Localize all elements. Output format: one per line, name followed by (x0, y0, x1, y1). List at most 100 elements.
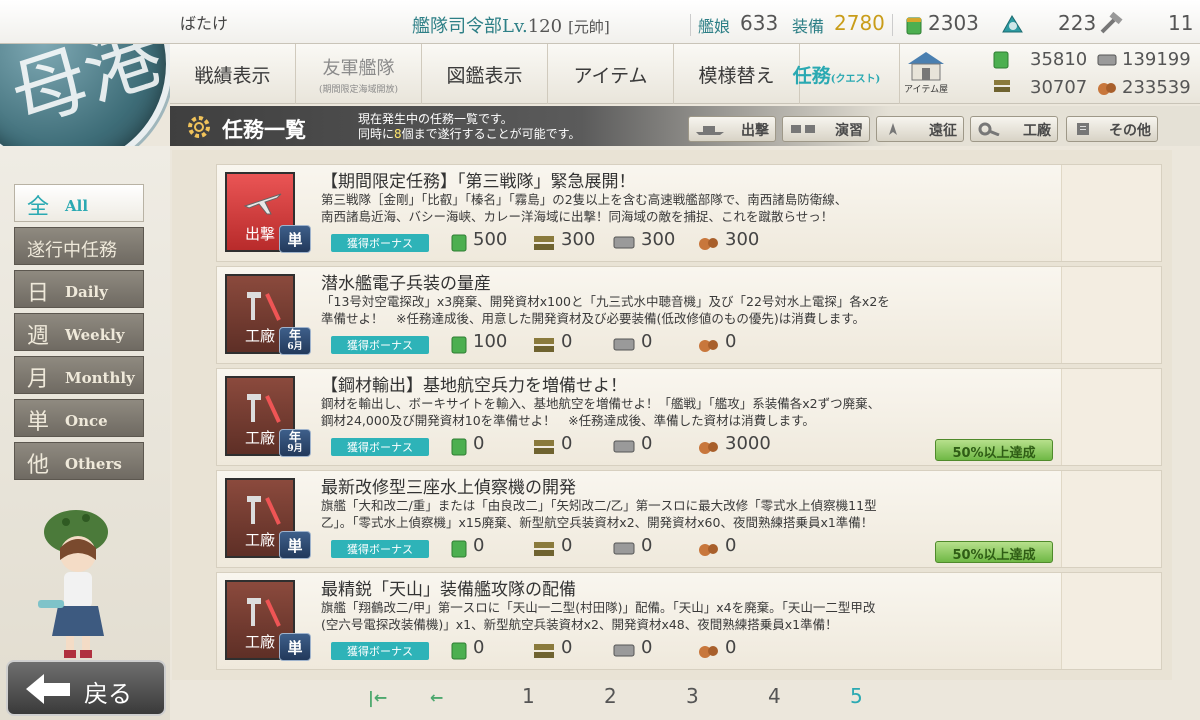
filter-daily[interactable]: 日 Daily (14, 270, 144, 308)
quest-desc-line: 鋼材を輸出し、ボーキサイトを輸入、基地航空を増備せよ！「艦戦」「艦攻」系装備各x… (321, 396, 881, 411)
quest-desc-line: 乙」。「零式水上偵察機」x15廃棄、新型航空兵装資材x2、開発資材x60、夜間熟… (321, 515, 874, 530)
ships-count: 633 (740, 11, 779, 35)
fuel-icon (451, 234, 467, 256)
reward-ammo: 0 (561, 535, 573, 556)
desc-line-2: 同時に8個まで遂行することが可能です。 (358, 127, 580, 142)
tab-expedition[interactable]: 遠征 (876, 116, 964, 142)
ammo-icon (533, 234, 557, 256)
quest-item[interactable]: 工廠 年 6月 潜水艦電子兵装の量産 「13号対空電探改」x3廃棄、開発資材x10… (216, 266, 1162, 364)
tab-arsenal[interactable]: 工廠 (970, 116, 1058, 142)
tab-exercise[interactable]: 演習 (782, 116, 870, 142)
bauxite-icon (697, 642, 721, 664)
quest-status-area (1061, 573, 1161, 669)
filter-others-kanji: 他 (27, 453, 50, 478)
gear-icon (186, 114, 212, 144)
page-3[interactable]: 3 (686, 684, 699, 708)
quest-title: 最精鋭「天山」装備艦攻隊の配備 (321, 580, 576, 600)
bauxite-icon (697, 234, 721, 256)
filter-once[interactable]: 単 Once (14, 399, 144, 437)
bauxite-icon (697, 540, 721, 562)
hammer-icon (241, 592, 285, 636)
reward-ammo: 0 (561, 331, 573, 352)
filter-daily-kanji: 日 (27, 281, 50, 306)
hq-label: 艦隊司令部Lv. (412, 16, 528, 37)
exercise-icon (789, 122, 819, 136)
desc-line-2-a: 同時に (358, 127, 395, 141)
page-2[interactable]: 2 (604, 684, 617, 708)
quest-desc-line: 第三戦隊［金剛」「比叡」「榛名」「霧島」の2隻以上を含む高速戦艦部隊で、南西諸島… (321, 192, 848, 207)
nav-friend-fleet-sub: (期間限定海域開放) (318, 85, 399, 95)
ammo-icon (992, 78, 1014, 98)
nav-furniture-label: 模様替え (698, 65, 775, 87)
quest-status-area (1061, 267, 1161, 363)
quest-desc-line: 南西諸島近海、バシー海峡、カレー洋海域に出撃！同海域の敵を捕捉、これを蹴散らせっ… (321, 209, 834, 224)
nav-quests-label: 任務 (792, 65, 831, 87)
back-button[interactable]: 戻る (6, 660, 166, 716)
nav-album[interactable]: 図鑑表示 (422, 44, 548, 104)
reward-fuel: 0 (473, 637, 485, 658)
quest-item[interactable]: 工廠 年 9月 【鋼材輸出】基地航空兵力を増備せよ！ 鋼材を輸出し、ボーキサイトを… (216, 368, 1162, 466)
filter-all-en: All (65, 197, 89, 215)
hq-level-value: 120 (527, 16, 563, 37)
reward-bauxite: 0 (725, 331, 737, 352)
prev-page-icon[interactable]: ← (430, 688, 443, 707)
quest-description: 「13号対空電探改」x3廃棄、開発資材x100と「九三式水中聴音機」及び「22号… (321, 293, 1041, 327)
tab-others-label: その他 (1109, 123, 1151, 139)
quest-description: 鋼材を輸出し、ボーキサイトを輸入、基地航空を増備せよ！「艦戦」「艦攻」系装備各x… (321, 395, 1041, 429)
fuel-amount: 35810 (1030, 49, 1088, 70)
tab-others[interactable]: その他 (1066, 116, 1158, 142)
reward-steel: 0 (641, 637, 653, 658)
instant-repair-count: 223 (1058, 11, 1097, 35)
filter-once-kanji: 単 (27, 410, 50, 435)
divider (690, 14, 691, 36)
item-shop-icon[interactable] (906, 50, 946, 86)
filter-in-progress[interactable]: 遂行中任務 (14, 227, 144, 265)
hammer-icon (241, 490, 285, 534)
ammo-icon (533, 642, 557, 664)
hammer-icon (241, 286, 285, 330)
reward-steel: 0 (641, 535, 653, 556)
page-5-current[interactable]: 5 (850, 684, 863, 708)
filter-others[interactable]: 他 Others (14, 442, 144, 480)
quest-item[interactable]: 工廠 単 最精鋭「天山」装備艦攻隊の配備 旗艦「翔鶴改二/甲」第一スロに「天山一… (216, 572, 1162, 670)
nav-record-label: 戦績表示 (194, 65, 271, 87)
nav-friend-fleet[interactable]: 友軍艦隊 (期間限定海域開放) (296, 44, 422, 104)
filter-others-en: Others (65, 455, 122, 473)
reward-bauxite: 3000 (725, 433, 771, 454)
dev-material-count: 11 (1168, 11, 1194, 35)
reward-bauxite: 0 (725, 535, 737, 556)
nav-record[interactable]: 戦績表示 (170, 44, 296, 104)
equip-label: 装備 (792, 17, 825, 36)
quest-item[interactable]: 出撃 単 【期間限定任務】「第三戦隊」緊急展開！ 第三戦隊［金剛」「比叡」「榛名… (216, 164, 1162, 262)
page-1[interactable]: 1 (522, 684, 535, 708)
reward-bauxite: 0 (725, 637, 737, 658)
bauxite-icon (697, 438, 721, 460)
quest-frequency-badge: 年 9月 (279, 429, 311, 457)
reward-ammo: 0 (561, 637, 573, 658)
first-page-icon[interactable]: |← (368, 688, 387, 707)
fuel-icon (451, 540, 467, 562)
quest-desc-line: 旗艦「大和改二/重」または「由良改二」「矢矧改二/乙」第一スロに最大改修「零式水… (321, 498, 877, 513)
filter-once-en: Once (65, 412, 108, 430)
quest-desc-line: 準備せよ！ ※任務達成後、用意した開発資材及び必要装備(低改修値のもの優先)は消… (321, 311, 865, 326)
filter-all[interactable]: 全 All (14, 184, 144, 222)
filter-monthly[interactable]: 月 Monthly (14, 356, 144, 394)
bonus-badge: 獲得ボーナス (331, 234, 429, 252)
filter-weekly-kanji: 週 (27, 324, 50, 349)
tab-expedition-label: 遠征 (929, 123, 957, 139)
page-4[interactable]: 4 (768, 684, 781, 708)
freq-month: 9月 (287, 444, 303, 454)
back-label: 戻る (84, 680, 132, 708)
tab-sortie-label: 出撃 (741, 123, 769, 139)
divider (892, 14, 893, 36)
quest-item[interactable]: 工廠 単 最新改修型三座水上偵察機の開発 旗艦「大和改二/重」または「由良改二」… (216, 470, 1162, 568)
nav-quests[interactable]: 任務(クエスト) (774, 44, 900, 104)
steel-amount: 139199 (1122, 49, 1191, 70)
nav-items[interactable]: アイテム (548, 44, 674, 104)
filter-weekly[interactable]: 週 Weekly (14, 313, 144, 351)
tab-sortie[interactable]: 出撃 (688, 116, 776, 142)
item-shop-label: アイテム屋 (904, 85, 949, 95)
ships-label: 艦娘 (698, 17, 731, 36)
secretary-ship-avatar (28, 490, 128, 660)
progress-badge: 50%以上達成 (935, 541, 1053, 563)
